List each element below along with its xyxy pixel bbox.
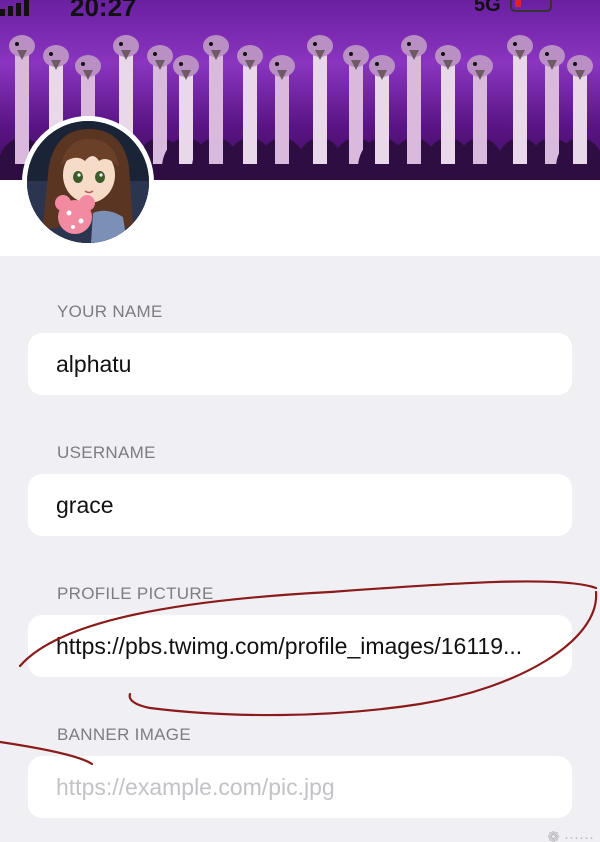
- anime-girl-avatar-icon: [27, 121, 149, 243]
- battery-icon: [510, 0, 552, 12]
- network-type: 5G: [474, 0, 501, 16]
- status-time: 20:27: [70, 0, 137, 22]
- signal-strength-icon: [0, 0, 29, 16]
- your-name-field[interactable]: alphatu: [28, 333, 572, 395]
- profile-picture-url-field[interactable]: https://pbs.twimg.com/profile_images/161…: [28, 615, 572, 677]
- username-label: USERNAME: [57, 443, 156, 462]
- profile-picture-label: PROFILE PICTURE: [57, 584, 214, 603]
- banner-image-label: BANNER IMAGE: [57, 725, 191, 744]
- banner-image-url-field[interactable]: [28, 756, 572, 818]
- username-field[interactable]: grace: [28, 474, 572, 536]
- watermark: ❁ ······: [547, 829, 594, 842]
- your-name-label: YOUR NAME: [57, 302, 163, 321]
- bird: [556, 55, 600, 180]
- avatar[interactable]: [22, 116, 154, 248]
